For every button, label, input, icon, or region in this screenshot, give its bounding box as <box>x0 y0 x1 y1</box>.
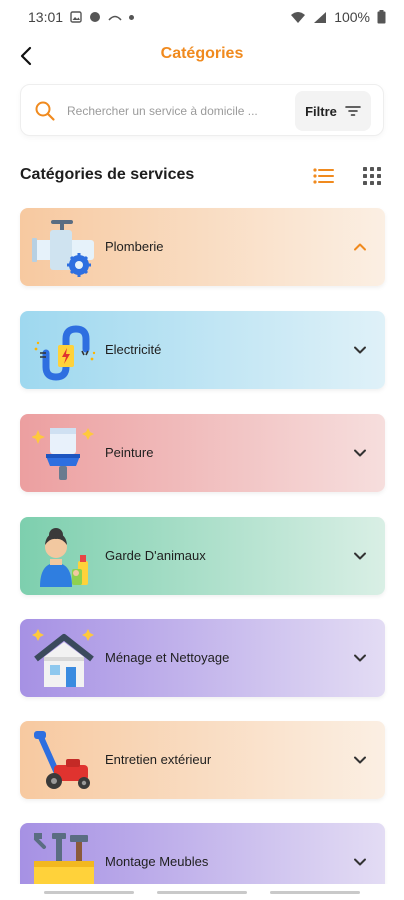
cellular-icon <box>314 11 327 23</box>
nav-recents-handle[interactable] <box>270 891 360 894</box>
list-view-icon[interactable] <box>312 165 336 187</box>
status-left: 13:01 <box>28 9 135 25</box>
app-bar: Catégories <box>0 36 404 76</box>
wifi-icon <box>291 11 306 23</box>
status-time: 13:01 <box>28 9 64 25</box>
battery-percent: 100% <box>334 9 370 25</box>
category-label: Electricité <box>105 342 162 357</box>
search-bar: Filtre <box>20 84 384 136</box>
chevron-down-icon <box>354 552 366 560</box>
filter-button[interactable]: Filtre <box>295 91 371 131</box>
grid-view-icon[interactable] <box>362 166 382 186</box>
status-bar: 13:01 100% <box>0 0 404 34</box>
page-title: Catégories <box>160 45 244 62</box>
category-card-menage-nettoyage[interactable]: Ménage et Nettoyage <box>20 619 385 697</box>
lawn-mower-icon <box>34 731 90 789</box>
chevron-down-icon <box>354 346 366 354</box>
pet-care-icon <box>40 528 88 587</box>
category-label: Entretien extérieur <box>105 752 212 767</box>
category-label: Ménage et Nettoyage <box>105 650 230 665</box>
sync-icon <box>90 12 101 22</box>
category-card-garde-animaux[interactable]: Garde D'animaux <box>20 517 385 595</box>
chevron-up-icon <box>354 243 366 251</box>
search-icon <box>35 101 55 121</box>
section-header: Catégories de services <box>20 164 384 190</box>
signal-icon <box>108 15 122 21</box>
chevron-down-icon <box>354 654 366 662</box>
plumbing-icon <box>32 220 94 277</box>
chevron-down-icon <box>354 449 366 457</box>
category-card-plomberie[interactable]: Plomberie <box>20 208 385 286</box>
section-title: Catégories de services <box>20 166 195 183</box>
category-label: Montage Meubles <box>105 854 209 869</box>
electricity-icon <box>34 325 96 381</box>
category-card-electricite[interactable]: Electricité <box>20 311 385 389</box>
category-card-peinture[interactable]: Peinture <box>20 414 385 492</box>
system-nav-bar <box>0 884 404 900</box>
gallery-icon <box>70 11 82 23</box>
chevron-down-icon <box>354 756 366 764</box>
nav-home-handle[interactable] <box>157 891 247 894</box>
category-card-entretien-exterieur[interactable]: Entretien extérieur <box>20 721 385 799</box>
category-label: Peinture <box>105 445 154 460</box>
status-right: 100% <box>290 9 386 25</box>
filter-label: Filtre <box>305 103 337 119</box>
paint-icon <box>32 428 94 480</box>
filter-icon <box>345 106 361 116</box>
notification-dot <box>129 14 135 20</box>
battery-icon <box>377 10 386 24</box>
cleaning-icon <box>32 629 94 687</box>
category-label: Plomberie <box>105 239 164 254</box>
search-input[interactable] <box>67 97 287 125</box>
chevron-down-icon <box>354 858 366 866</box>
category-label: Garde D'animaux <box>105 548 206 563</box>
nav-back-handle[interactable] <box>44 891 134 894</box>
